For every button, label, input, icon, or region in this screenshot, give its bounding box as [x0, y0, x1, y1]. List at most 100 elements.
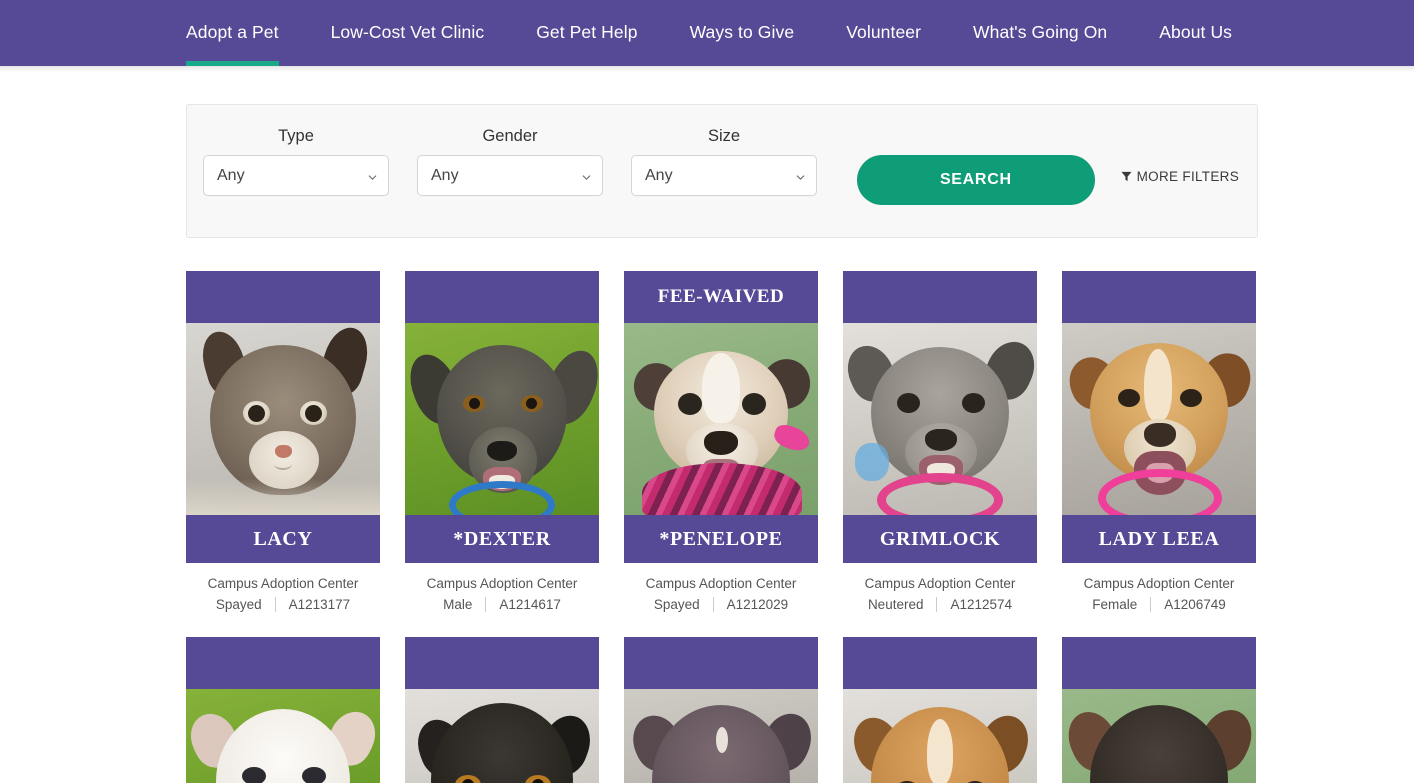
- gender-select-value: Any: [431, 166, 459, 184]
- meta-divider: [936, 597, 938, 612]
- pet-shelter: Campus Adoption Center: [207, 576, 359, 591]
- pet-card-meta: Campus Adoption Center Spayed A1212029: [624, 563, 818, 612]
- nav-item-low-cost-vet-clinic[interactable]: Low-Cost Vet Clinic: [331, 0, 485, 66]
- search-filter-bar: Type Any Gender Any Size Any SEARCH MORE…: [186, 104, 1258, 238]
- meta-divider: [485, 597, 487, 612]
- pet-card-badge-band: [405, 271, 599, 323]
- filter-label-size: Size: [707, 127, 741, 145]
- nav-item-get-pet-help[interactable]: Get Pet Help: [536, 0, 637, 66]
- more-filters-label: MORE FILTERS: [1136, 169, 1239, 184]
- dog-white-grass-illustration: [186, 689, 380, 783]
- type-select-value: Any: [217, 166, 245, 184]
- pet-card-badge-band: [405, 637, 599, 689]
- pet-card-badge-band: [843, 271, 1037, 323]
- pet-card-badge-band: [186, 637, 380, 689]
- page-content: Type Any Gender Any Size Any SEARCH MORE…: [0, 104, 1414, 783]
- pet-photo: [405, 323, 599, 515]
- pet-card-badge-band: [1062, 271, 1256, 323]
- pet-shelter: Campus Adoption Center: [645, 576, 797, 591]
- pet-gender: Spayed: [653, 597, 700, 612]
- meta-divider: [274, 597, 276, 612]
- pet-photo: [186, 323, 380, 515]
- pet-card[interactable]: LACY Campus Adoption Center Spayed A1213…: [186, 271, 380, 612]
- pet-card-name-band: *PENELOPE: [624, 515, 818, 563]
- dog-tan-brown-illustration: [843, 689, 1037, 783]
- pet-card[interactable]: FEE-WAIVED *PENELOPE Campus Adoption Cen…: [624, 271, 818, 612]
- dog-bulldog-bandana-illustration: [624, 323, 818, 515]
- pet-card-name-band: *DEXTER: [405, 515, 599, 563]
- pet-name: *DEXTER: [453, 527, 551, 550]
- pet-card[interactable]: *DEXTER Campus Adoption Center Male A121…: [405, 271, 599, 612]
- pet-gender: Neutered: [867, 597, 924, 612]
- pet-card[interactable]: [1062, 637, 1256, 783]
- filter-field-gender: Gender Any: [417, 127, 603, 196]
- pet-shelter: Campus Adoption Center: [426, 576, 578, 591]
- meta-divider: [1150, 597, 1152, 612]
- pet-card[interactable]: [624, 637, 818, 783]
- pet-card-badge-band: [843, 637, 1037, 689]
- pet-photo: [1062, 689, 1256, 783]
- pet-id: A1212029: [726, 597, 789, 612]
- dog-grey-purple-illustration: [624, 689, 818, 783]
- pet-photo: [624, 323, 818, 515]
- nav-label: About Us: [1159, 21, 1233, 42]
- pet-photo: [405, 689, 599, 783]
- cat-tabby-illustration: [186, 323, 380, 515]
- size-select[interactable]: Any: [631, 155, 817, 196]
- pet-card[interactable]: LADY LEEA Campus Adoption Center Female …: [1062, 271, 1256, 612]
- pet-photo: [1062, 323, 1256, 515]
- dog-dark-grass-illustration: [405, 323, 599, 515]
- pet-photo: [186, 689, 380, 783]
- pet-name: GRIMLOCK: [879, 527, 1001, 550]
- dog-grey-pink-collar-illustration: [843, 323, 1037, 515]
- type-select[interactable]: Any: [203, 155, 389, 196]
- nav-item-whats-going-on[interactable]: What's Going On: [973, 0, 1107, 66]
- pet-card-badge: FEE-WAIVED: [657, 286, 785, 307]
- nav-item-ways-to-give[interactable]: Ways to Give: [690, 0, 795, 66]
- filter-field-type: Type Any: [203, 127, 389, 196]
- pet-id: A1213177: [288, 597, 351, 612]
- nav-item-volunteer[interactable]: Volunteer: [846, 0, 921, 66]
- nav-item-adopt-a-pet[interactable]: Adopt a Pet: [186, 0, 279, 66]
- meta-divider: [712, 597, 714, 612]
- nav-label: What's Going On: [973, 21, 1108, 42]
- pet-photo: [843, 323, 1037, 515]
- pet-gender: Male: [443, 597, 473, 612]
- size-select-value: Any: [645, 166, 673, 184]
- pet-card-badge-band: [1062, 637, 1256, 689]
- pet-card-name-band: GRIMLOCK: [843, 515, 1037, 563]
- dog-black-brindle-illustration: [1062, 689, 1256, 783]
- pet-card-badge-band: [186, 271, 380, 323]
- main-navigation: Adopt a Pet Low-Cost Vet Clinic Get Pet …: [0, 0, 1414, 66]
- pet-card-meta: Campus Adoption Center Spayed A1213177: [186, 563, 380, 612]
- pet-name: LADY LEEA: [1098, 527, 1220, 550]
- pet-card-name-band: LADY LEEA: [1062, 515, 1256, 563]
- nav-label: Ways to Give: [689, 21, 795, 42]
- pet-name: *PENELOPE: [659, 527, 783, 550]
- pet-id: A1212574: [950, 597, 1013, 612]
- nav-item-about-us[interactable]: About Us: [1159, 0, 1232, 66]
- pet-card[interactable]: [843, 637, 1037, 783]
- search-button[interactable]: SEARCH: [857, 155, 1095, 205]
- pet-gender: Spayed: [215, 597, 262, 612]
- nav-shadow: [0, 66, 1414, 72]
- pet-card-meta: Campus Adoption Center Male A1214617: [405, 563, 599, 612]
- pet-card-badge-band: FEE-WAIVED: [624, 271, 818, 323]
- pet-gender: Female: [1092, 597, 1138, 612]
- pet-id: A1214617: [499, 597, 561, 612]
- nav-label: Get Pet Help: [536, 21, 638, 42]
- pet-card-meta: Campus Adoption Center Female A1206749: [1062, 563, 1256, 612]
- gender-select[interactable]: Any: [417, 155, 603, 196]
- pet-id: A1206749: [1164, 597, 1226, 612]
- more-filters-toggle[interactable]: MORE FILTERS: [1121, 169, 1239, 184]
- pet-results-grid: LACY Campus Adoption Center Spayed A1213…: [186, 271, 1258, 783]
- dog-black-senior-illustration: [405, 689, 599, 783]
- pet-shelter: Campus Adoption Center: [1083, 576, 1235, 591]
- pet-card-meta: Campus Adoption Center Neutered A1212574: [843, 563, 1037, 612]
- pet-name: LACY: [253, 527, 313, 550]
- pet-card-badge-band: [624, 637, 818, 689]
- pet-card[interactable]: GRIMLOCK Campus Adoption Center Neutered…: [843, 271, 1037, 612]
- filter-label-type: Type: [278, 127, 314, 145]
- pet-card[interactable]: [405, 637, 599, 783]
- pet-card[interactable]: [186, 637, 380, 783]
